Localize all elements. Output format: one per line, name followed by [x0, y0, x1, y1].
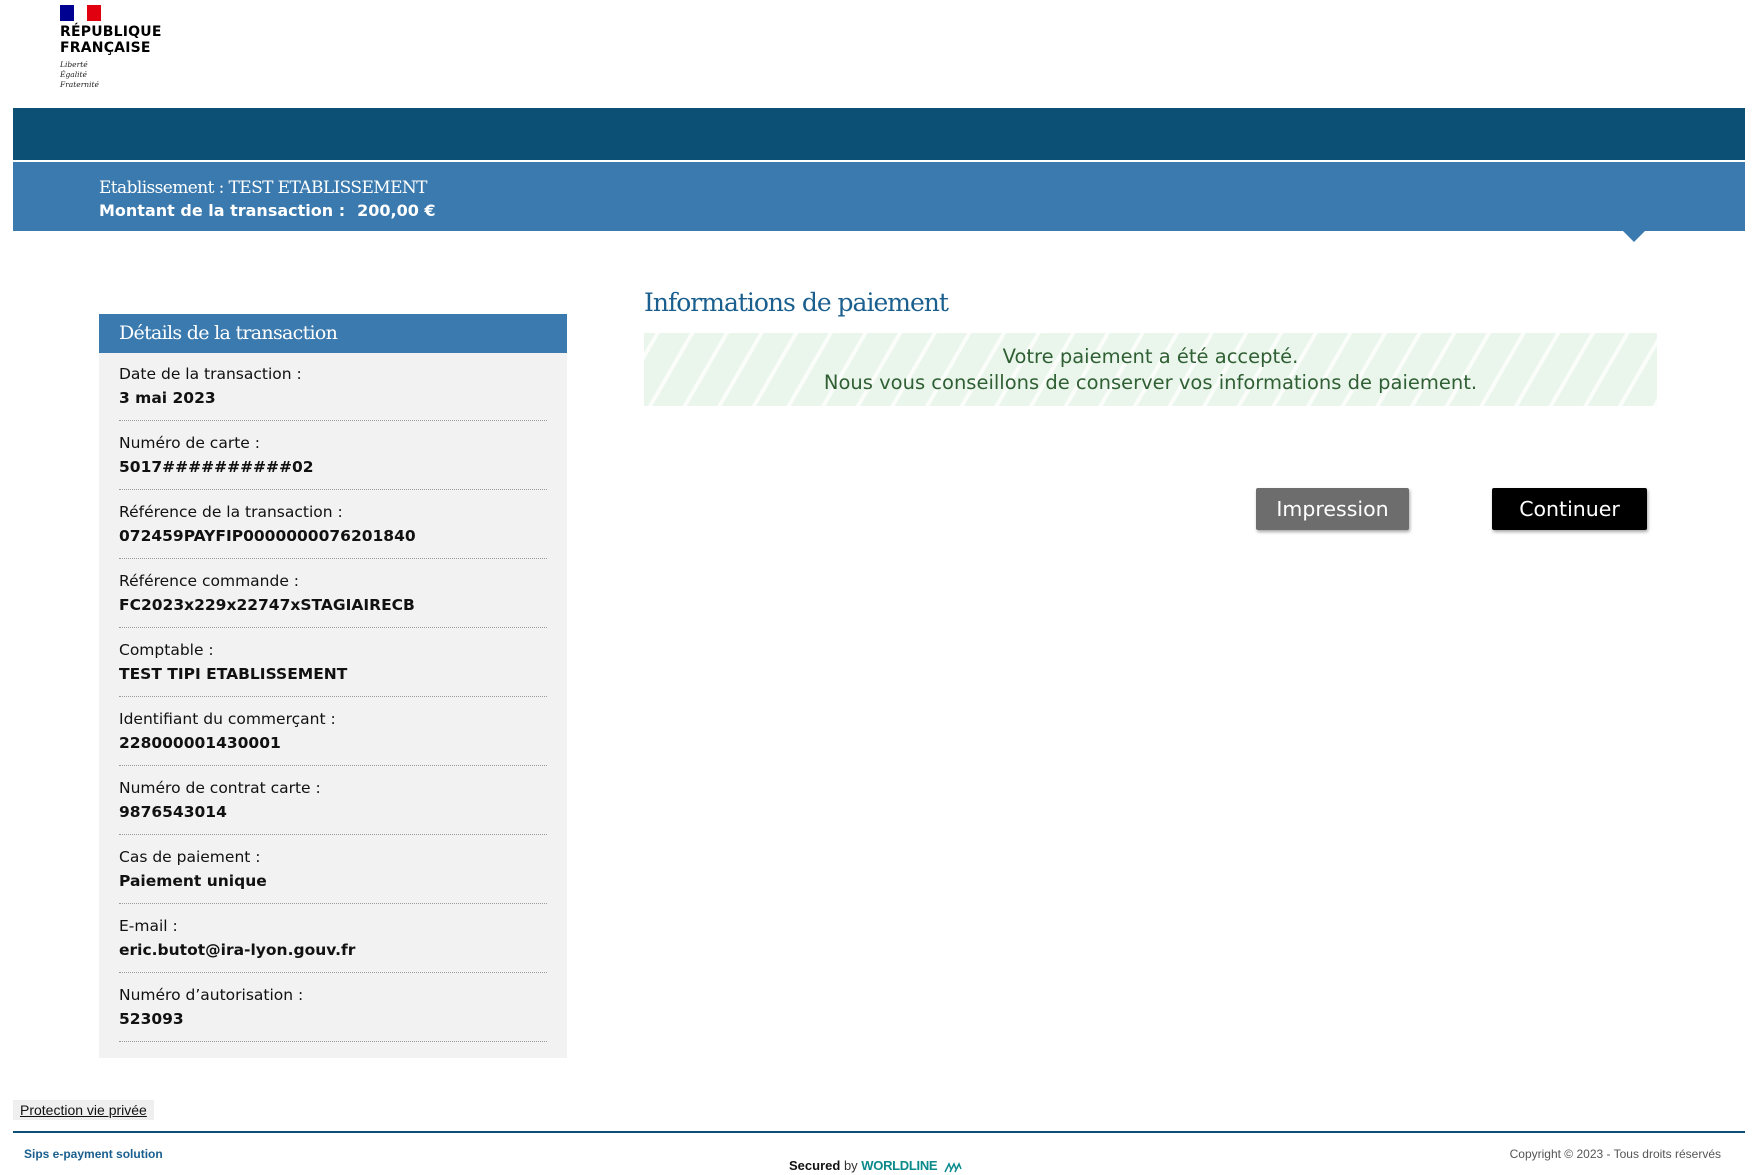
etablissement-label: Etablissement : TEST ETABLISSEMENT — [99, 178, 428, 198]
detail-value: FC2023x229x22747xSTAGIAIRECB — [119, 596, 415, 614]
header-banner — [13, 108, 1745, 160]
detail-label: Comptable : — [119, 641, 214, 659]
detail-item-payment-case: Cas de paiement : Paiement unique — [119, 836, 547, 904]
continue-button[interactable]: Continuer — [1492, 488, 1647, 530]
detail-value: 072459PAYFIP0000000076201840 — [119, 527, 416, 545]
success-line-2: Nous vous conseillons de conserver vos i… — [823, 371, 1478, 394]
montant-label: Montant de la transaction : — [99, 201, 346, 220]
logo-motto: Liberté Égalité Fraternité — [60, 60, 170, 90]
privacy-link[interactable]: Protection vie privée — [13, 1100, 154, 1120]
success-line-1: Votre paiement a été accepté. — [1002, 345, 1299, 368]
detail-item-email: E-mail : eric.butot@ira-lyon.gouv.fr — [119, 905, 547, 973]
transaction-banner: Etablissement : TEST ETABLISSEMENT Monta… — [13, 162, 1745, 242]
motto-liberte: Liberté — [60, 60, 88, 69]
detail-item-authorization-number: Numéro d’autorisation : 523093 — [119, 974, 547, 1042]
montant-line: Montant de la transaction : 200,00 € — [99, 201, 436, 220]
print-pdf-button[interactable]: Impression PDF — [1256, 488, 1409, 563]
detail-item-comptable: Comptable : TEST TIPI ETABLISSEMENT — [119, 629, 547, 697]
footer-divider — [13, 1131, 1745, 1133]
detail-label: Référence de la transaction : — [119, 503, 343, 521]
detail-value: 5017##########02 — [119, 458, 314, 476]
detail-label: Numéro de contrat carte : — [119, 779, 321, 797]
detail-value: 523093 — [119, 1010, 184, 1028]
detail-label: Numéro de carte : — [119, 434, 260, 452]
worldline-wave-icon — [944, 1161, 962, 1172]
sips-label: Sips e-payment solution — [24, 1147, 163, 1161]
detail-item-transaction-reference: Référence de la transaction : 072459PAYF… — [119, 491, 547, 559]
detail-item-merchant-id: Identifiant du commerçant : 228000001430… — [119, 698, 547, 766]
transaction-details-panel: Détails de la transaction Date de la tra… — [99, 314, 567, 1058]
detail-label: Référence commande : — [119, 572, 300, 590]
detail-value: Paiement unique — [119, 872, 267, 890]
detail-item-date: Date de la transaction : 3 mai 2023 — [119, 353, 547, 421]
payment-success-message: Votre paiement a été accepté. Nous vous … — [644, 333, 1657, 406]
payment-info-title: Informations de paiement — [644, 288, 949, 317]
detail-value: TEST TIPI ETABLISSEMENT — [119, 665, 348, 683]
detail-label: Date de la transaction : — [119, 365, 302, 383]
detail-item-card-number: Numéro de carte : 5017##########02 — [119, 422, 547, 490]
secured-label: Secured — [789, 1158, 841, 1173]
copyright-text: Copyright © 2023 - Tous droits réservés — [1509, 1147, 1721, 1161]
detail-value: 9876543014 — [119, 803, 227, 821]
detail-label: E-mail : — [119, 917, 178, 935]
detail-label: Numéro d’autorisation : — [119, 986, 304, 1004]
logo-line-2: FRANÇAISE — [60, 40, 151, 56]
detail-label: Cas de paiement : — [119, 848, 261, 866]
worldline-logo-text: WORLDLINE — [861, 1158, 938, 1173]
republique-francaise-logo: RÉPUBLIQUE FRANÇAISE Liberté Égalité Fra… — [60, 5, 170, 90]
detail-label: Identifiant du commerçant : — [119, 710, 336, 728]
by-label: by — [843, 1158, 858, 1173]
detail-value: 228000001430001 — [119, 734, 281, 752]
montant-value: 200,00 € — [357, 201, 436, 220]
transaction-details-title: Détails de la transaction — [99, 314, 567, 353]
secured-by-worldline: Secured by WORLDLINE — [789, 1158, 964, 1173]
banner-notch — [1623, 231, 1645, 242]
logo-line-1: RÉPUBLIQUE — [60, 24, 162, 40]
detail-item-order-reference: Référence commande : FC2023x229x22747xST… — [119, 560, 547, 628]
detail-value: eric.butot@ira-lyon.gouv.fr — [119, 941, 356, 959]
french-flag-icon — [60, 5, 102, 21]
detail-item-card-contract: Numéro de contrat carte : 9876543014 — [119, 767, 547, 835]
detail-value: 3 mai 2023 — [119, 389, 216, 407]
motto-egalite: Égalité — [60, 70, 87, 79]
motto-fraternite: Fraternité — [60, 80, 99, 89]
